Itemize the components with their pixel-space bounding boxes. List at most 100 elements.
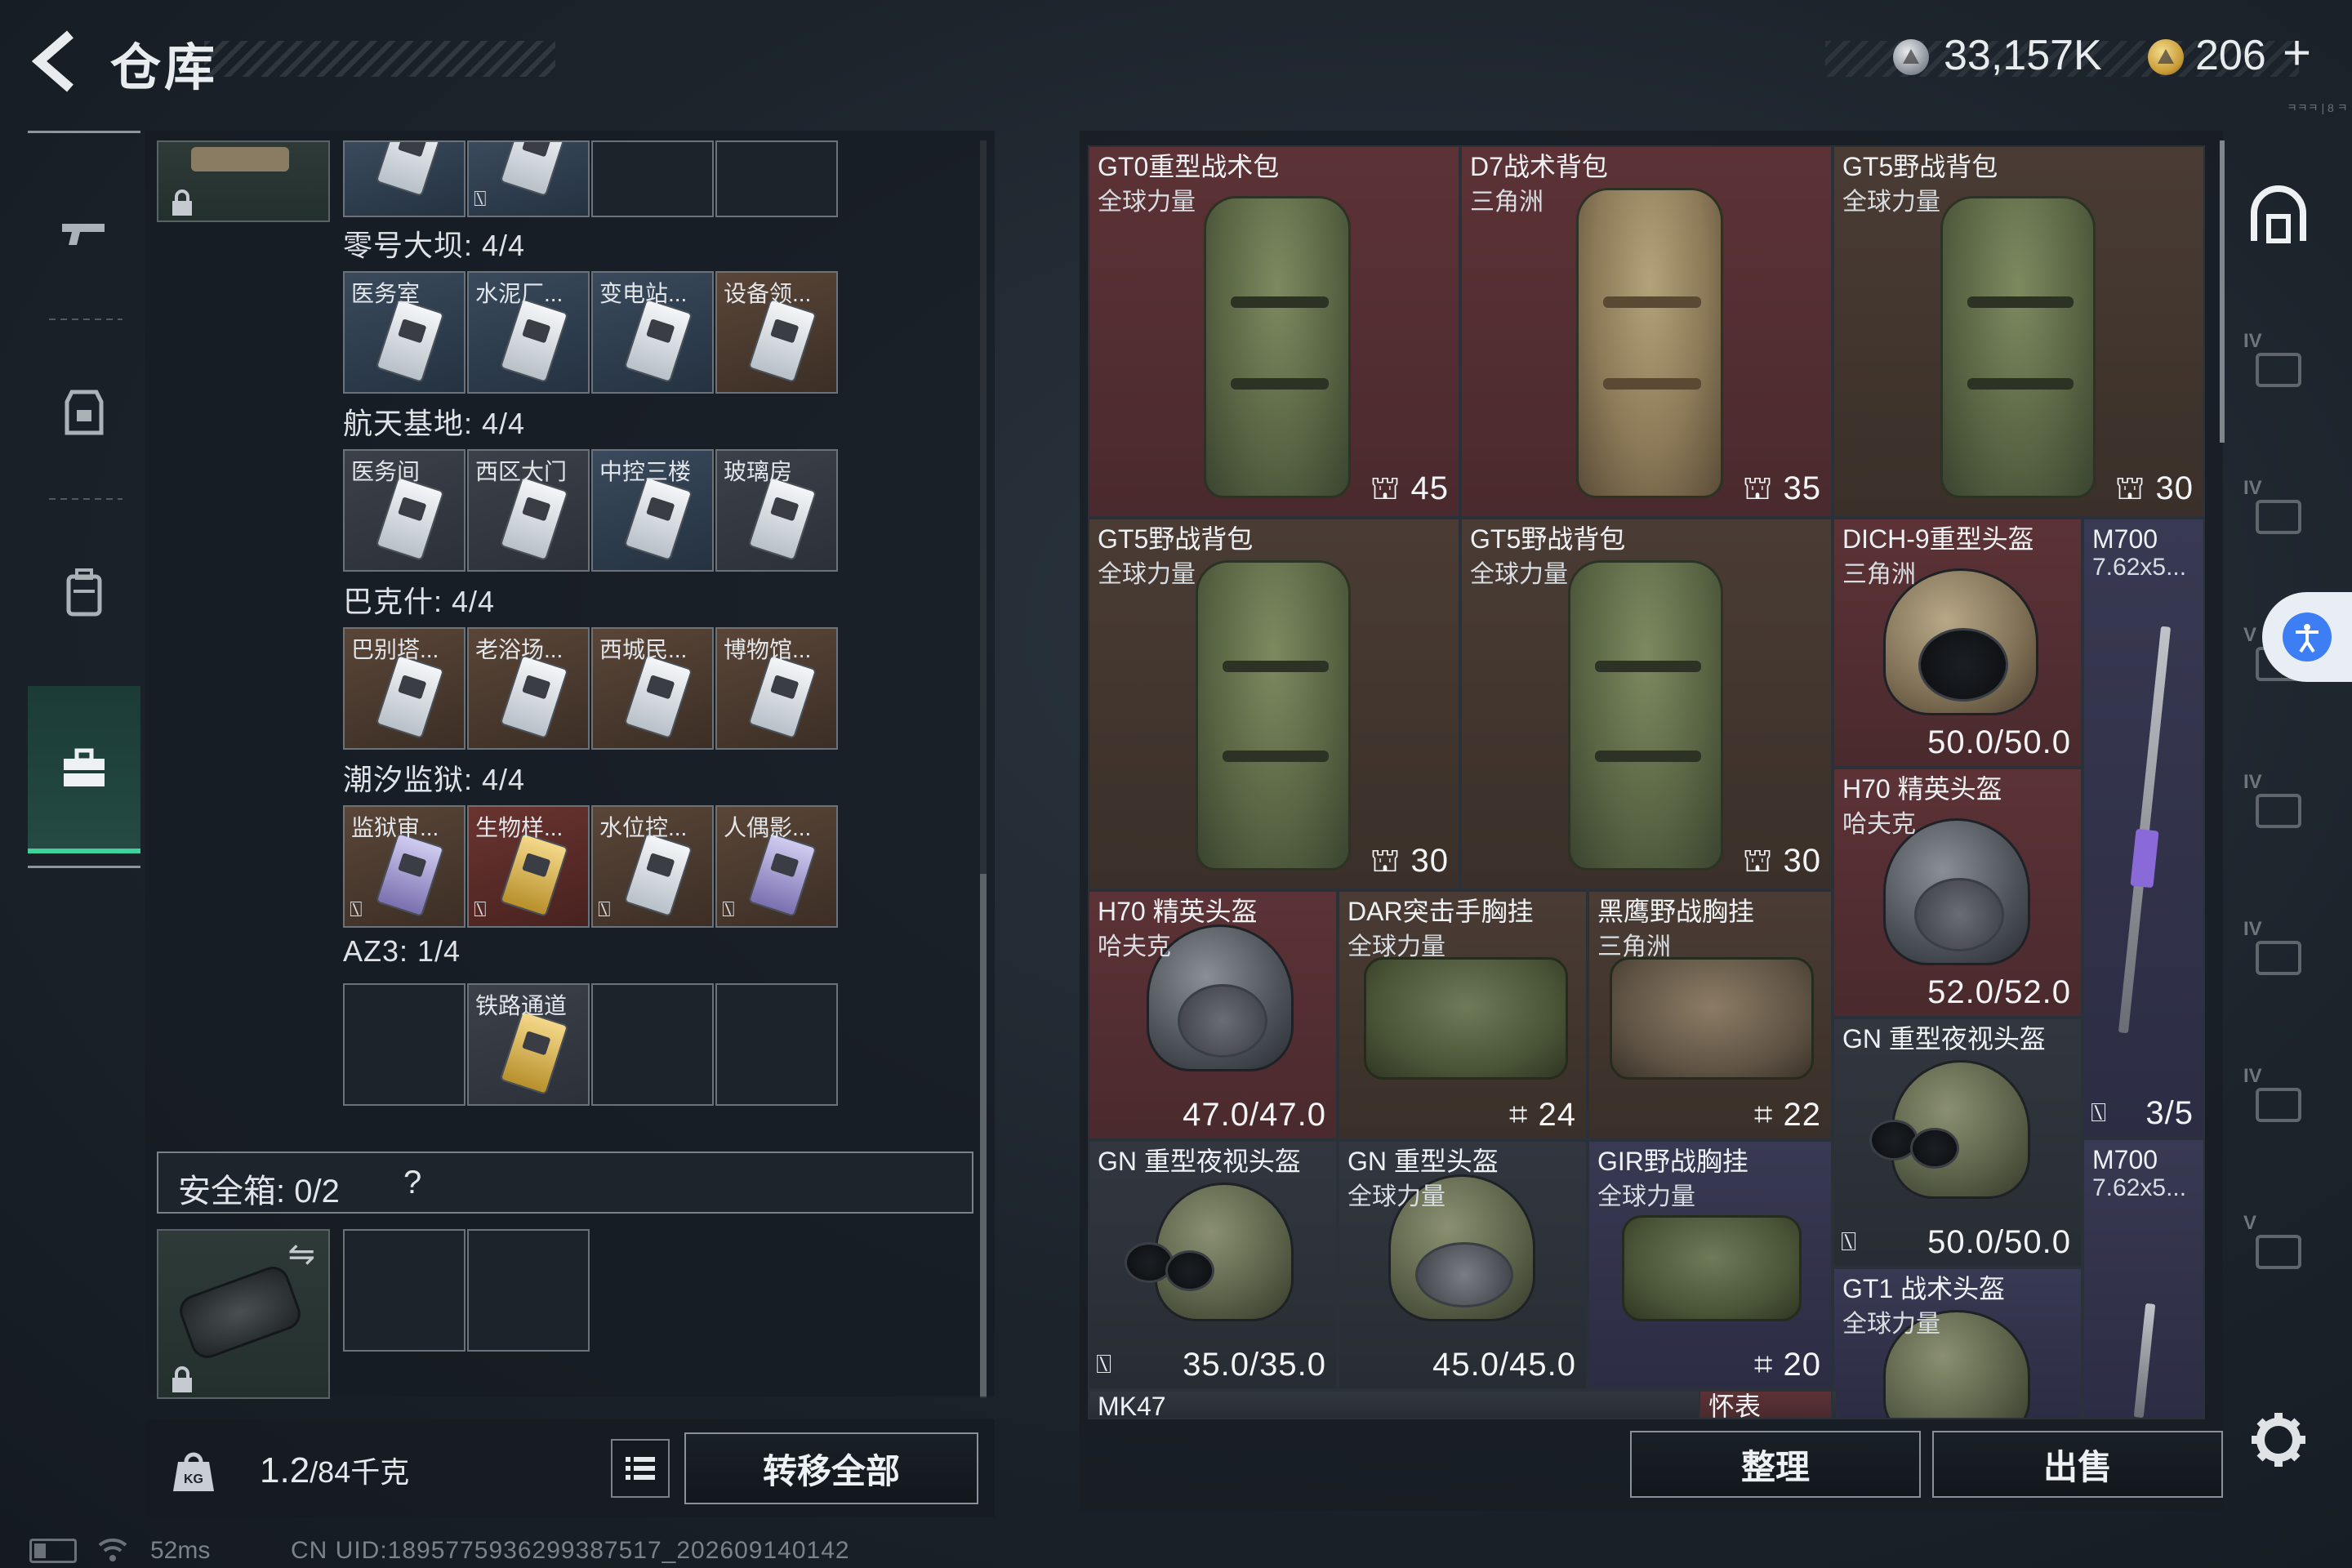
key-slot[interactable]: 铁路通道 bbox=[467, 983, 590, 1106]
key-slot[interactable]: 医务室 bbox=[343, 271, 466, 394]
settings-button[interactable] bbox=[2242, 1403, 2315, 1477]
stash-page-tab[interactable]: IV bbox=[2234, 906, 2323, 996]
item-chest-rig[interactable]: GIR野战胸挂 全球力量 ⌗ 20 bbox=[1588, 1140, 1833, 1390]
key-slot[interactable]: 生物样... ⍂ bbox=[467, 805, 590, 928]
key-slot[interactable] bbox=[343, 140, 466, 217]
item-backpack[interactable]: GT5野战背包 全球力量 ⛫ 30 bbox=[1460, 518, 1833, 890]
item-faction: 哈夫克 bbox=[1842, 811, 1916, 838]
transfer-all-button[interactable]: 转移全部 bbox=[684, 1432, 978, 1504]
folder-icon bbox=[2256, 353, 2301, 387]
stash-home-tab[interactable] bbox=[2234, 172, 2323, 261]
item-ammo-type: 7.62x5... bbox=[2092, 1174, 2187, 1201]
corner-text: ㅋㅋㅋ | 8 ㅋ bbox=[2287, 101, 2348, 114]
item-rifle[interactable]: M700 7.62x5... ⍂ 3/5 bbox=[2082, 518, 2205, 1138]
stash-page-tab[interactable]: IV bbox=[2234, 1054, 2323, 1143]
grid-scrollbar[interactable] bbox=[2220, 140, 2225, 443]
item-durability: 50.0/50.0 bbox=[1927, 1224, 2071, 1260]
key-slot[interactable]: 变电站... bbox=[591, 271, 714, 394]
key-slot[interactable]: 监狱审... ⍂ bbox=[343, 805, 466, 928]
item-backpack[interactable]: GT0重型战术包 全球力量 ⛫ 45 bbox=[1088, 145, 1460, 518]
key-slot[interactable]: 老浴场... bbox=[467, 627, 590, 750]
no-trade-icon: ⍂ bbox=[1096, 1349, 1112, 1379]
key-card-icon bbox=[623, 475, 693, 562]
item-backpack[interactable]: GT5野战背包 全球力量 ⛫ 30 bbox=[1833, 145, 2205, 518]
rail-keys-tab[interactable] bbox=[28, 686, 140, 853]
key-card-icon bbox=[499, 297, 569, 384]
inventory-scroll-thumb[interactable] bbox=[980, 874, 987, 1396]
item-helmet[interactable]: GN 重型夜视头盔 ⍂ 35.0/35.0 bbox=[1088, 1140, 1338, 1390]
key-slot[interactable]: 西区大门 bbox=[467, 449, 590, 572]
item-capacity: ⛫ 30 bbox=[1370, 843, 1449, 884]
empty-key-slot[interactable] bbox=[591, 983, 714, 1106]
item-partial[interactable]: 怀表 bbox=[1699, 1390, 1833, 1419]
key-group-title: 零号大坝: 4/4 bbox=[343, 229, 526, 262]
item-faction: 三角洲 bbox=[1597, 933, 1671, 960]
key-slot[interactable]: 医务间 bbox=[343, 449, 466, 572]
no-trade-icon: ⍂ bbox=[722, 897, 735, 921]
key-slot[interactable]: ⍂ bbox=[467, 140, 590, 217]
armor-vest-icon bbox=[65, 390, 104, 435]
stash-page-tab[interactable]: IV bbox=[2234, 760, 2323, 849]
list-view-button[interactable] bbox=[611, 1439, 670, 1498]
item-helmet[interactable]: H70 精英头盔 哈夫克 52.0/52.0 bbox=[1833, 768, 2082, 1018]
safe-box-container-slot[interactable]: ⇋ bbox=[157, 1229, 330, 1399]
key-slot[interactable]: 博物馆... bbox=[715, 627, 838, 750]
safe-box-empty-slot[interactable] bbox=[467, 1229, 590, 1352]
accessibility-icon bbox=[2283, 612, 2332, 662]
status-bar: 52ms CN UID:1895775936299387517_20260914… bbox=[0, 1527, 2352, 1568]
item-backpack[interactable]: GT5野战背包 全球力量 ⛫ 30 bbox=[1088, 518, 1460, 890]
empty-key-slot[interactable] bbox=[715, 983, 838, 1106]
item-chest-rig[interactable]: DAR突击手胸挂 全球力量 ⌗ 24 bbox=[1338, 890, 1588, 1140]
key-slot[interactable]: 水位控... ⍂ bbox=[591, 805, 714, 928]
item-helmet[interactable]: GN 重型头盔 全球力量 45.0/45.0 bbox=[1338, 1140, 1588, 1390]
key-label: 巴别塔... bbox=[351, 637, 439, 662]
swap-icon[interactable]: ⇋ bbox=[287, 1236, 315, 1273]
empty-key-slot[interactable] bbox=[715, 140, 838, 217]
back-button[interactable] bbox=[24, 24, 90, 98]
item-capacity: ⌗ 20 bbox=[1754, 1347, 1821, 1383]
sell-button[interactable]: 出售 bbox=[1932, 1431, 2223, 1498]
item-helmet[interactable]: GT1 战术头盔 全球力量 bbox=[1833, 1267, 2082, 1419]
organize-button[interactable]: 整理 bbox=[1630, 1431, 1921, 1498]
item-helmet[interactable]: DICH-9重型头盔 三角洲 50.0/50.0 bbox=[1833, 518, 2082, 768]
key-group-title: 潮汐监狱: 4/4 bbox=[343, 763, 526, 796]
item-faction: 全球力量 bbox=[1098, 561, 1196, 588]
item-backpack[interactable]: D7战术背包 三角洲 ⛫ 35 bbox=[1460, 145, 1833, 518]
rail-backpack-tab[interactable] bbox=[28, 510, 140, 674]
title-stripe-decoration bbox=[204, 41, 555, 77]
key-card-icon bbox=[499, 1009, 569, 1096]
item-helmet[interactable]: H70 精英头盔 哈夫克 47.0/47.0 bbox=[1088, 890, 1338, 1140]
accessibility-button[interactable] bbox=[2262, 592, 2352, 682]
item-faction: 全球力量 bbox=[1470, 561, 1568, 588]
key-slot[interactable]: 人偶影... ⍂ bbox=[715, 805, 838, 928]
key-group-title: AZ3: 1/4 bbox=[343, 934, 461, 968]
add-currency-button[interactable]: + bbox=[2283, 24, 2311, 81]
key-slot[interactable]: 玻璃房 bbox=[715, 449, 838, 572]
empty-key-slot[interactable] bbox=[343, 983, 466, 1106]
rail-armor-tab[interactable] bbox=[28, 331, 140, 494]
key-slot[interactable]: 中控三楼 bbox=[591, 449, 714, 572]
item-faction: 全球力量 bbox=[1597, 1183, 1695, 1210]
safe-box-empty-slot[interactable] bbox=[343, 1229, 466, 1352]
stash-page-tab[interactable]: V bbox=[2234, 1200, 2323, 1290]
stash-page-tab[interactable]: IV bbox=[2234, 466, 2323, 555]
rail-weapons-tab[interactable] bbox=[28, 151, 140, 314]
item-rifle[interactable]: M700 7.62x5... bbox=[2082, 1138, 2205, 1419]
key-slot[interactable]: 设备领... bbox=[715, 271, 838, 394]
item-faction: 全球力量 bbox=[1348, 1183, 1446, 1210]
item-chest-rig[interactable]: 黑鹰野战胸挂 三角洲 ⌗ 22 bbox=[1588, 890, 1833, 1140]
help-icon[interactable]: ? bbox=[403, 1165, 421, 1201]
no-trade-icon: ⍂ bbox=[350, 897, 363, 921]
item-helmet[interactable]: GN 重型夜视头盔 ⍂ 50.0/50.0 bbox=[1833, 1018, 2082, 1267]
stash-page-tab[interactable]: IV bbox=[2234, 318, 2323, 408]
item-durability: 52.0/52.0 bbox=[1927, 974, 2071, 1010]
key-label: 西区大门 bbox=[475, 459, 568, 484]
empty-key-slot[interactable] bbox=[591, 140, 714, 217]
locked-container-slot[interactable] bbox=[157, 140, 330, 222]
backpack-icon bbox=[1204, 196, 1351, 498]
key-slot[interactable]: 巴别塔... bbox=[343, 627, 466, 750]
key-group-title: 航天基地: 4/4 bbox=[343, 407, 526, 440]
backpack-icon bbox=[1940, 196, 2096, 498]
key-slot[interactable]: 水泥厂... bbox=[467, 271, 590, 394]
key-slot[interactable]: 西城民... bbox=[591, 627, 714, 750]
